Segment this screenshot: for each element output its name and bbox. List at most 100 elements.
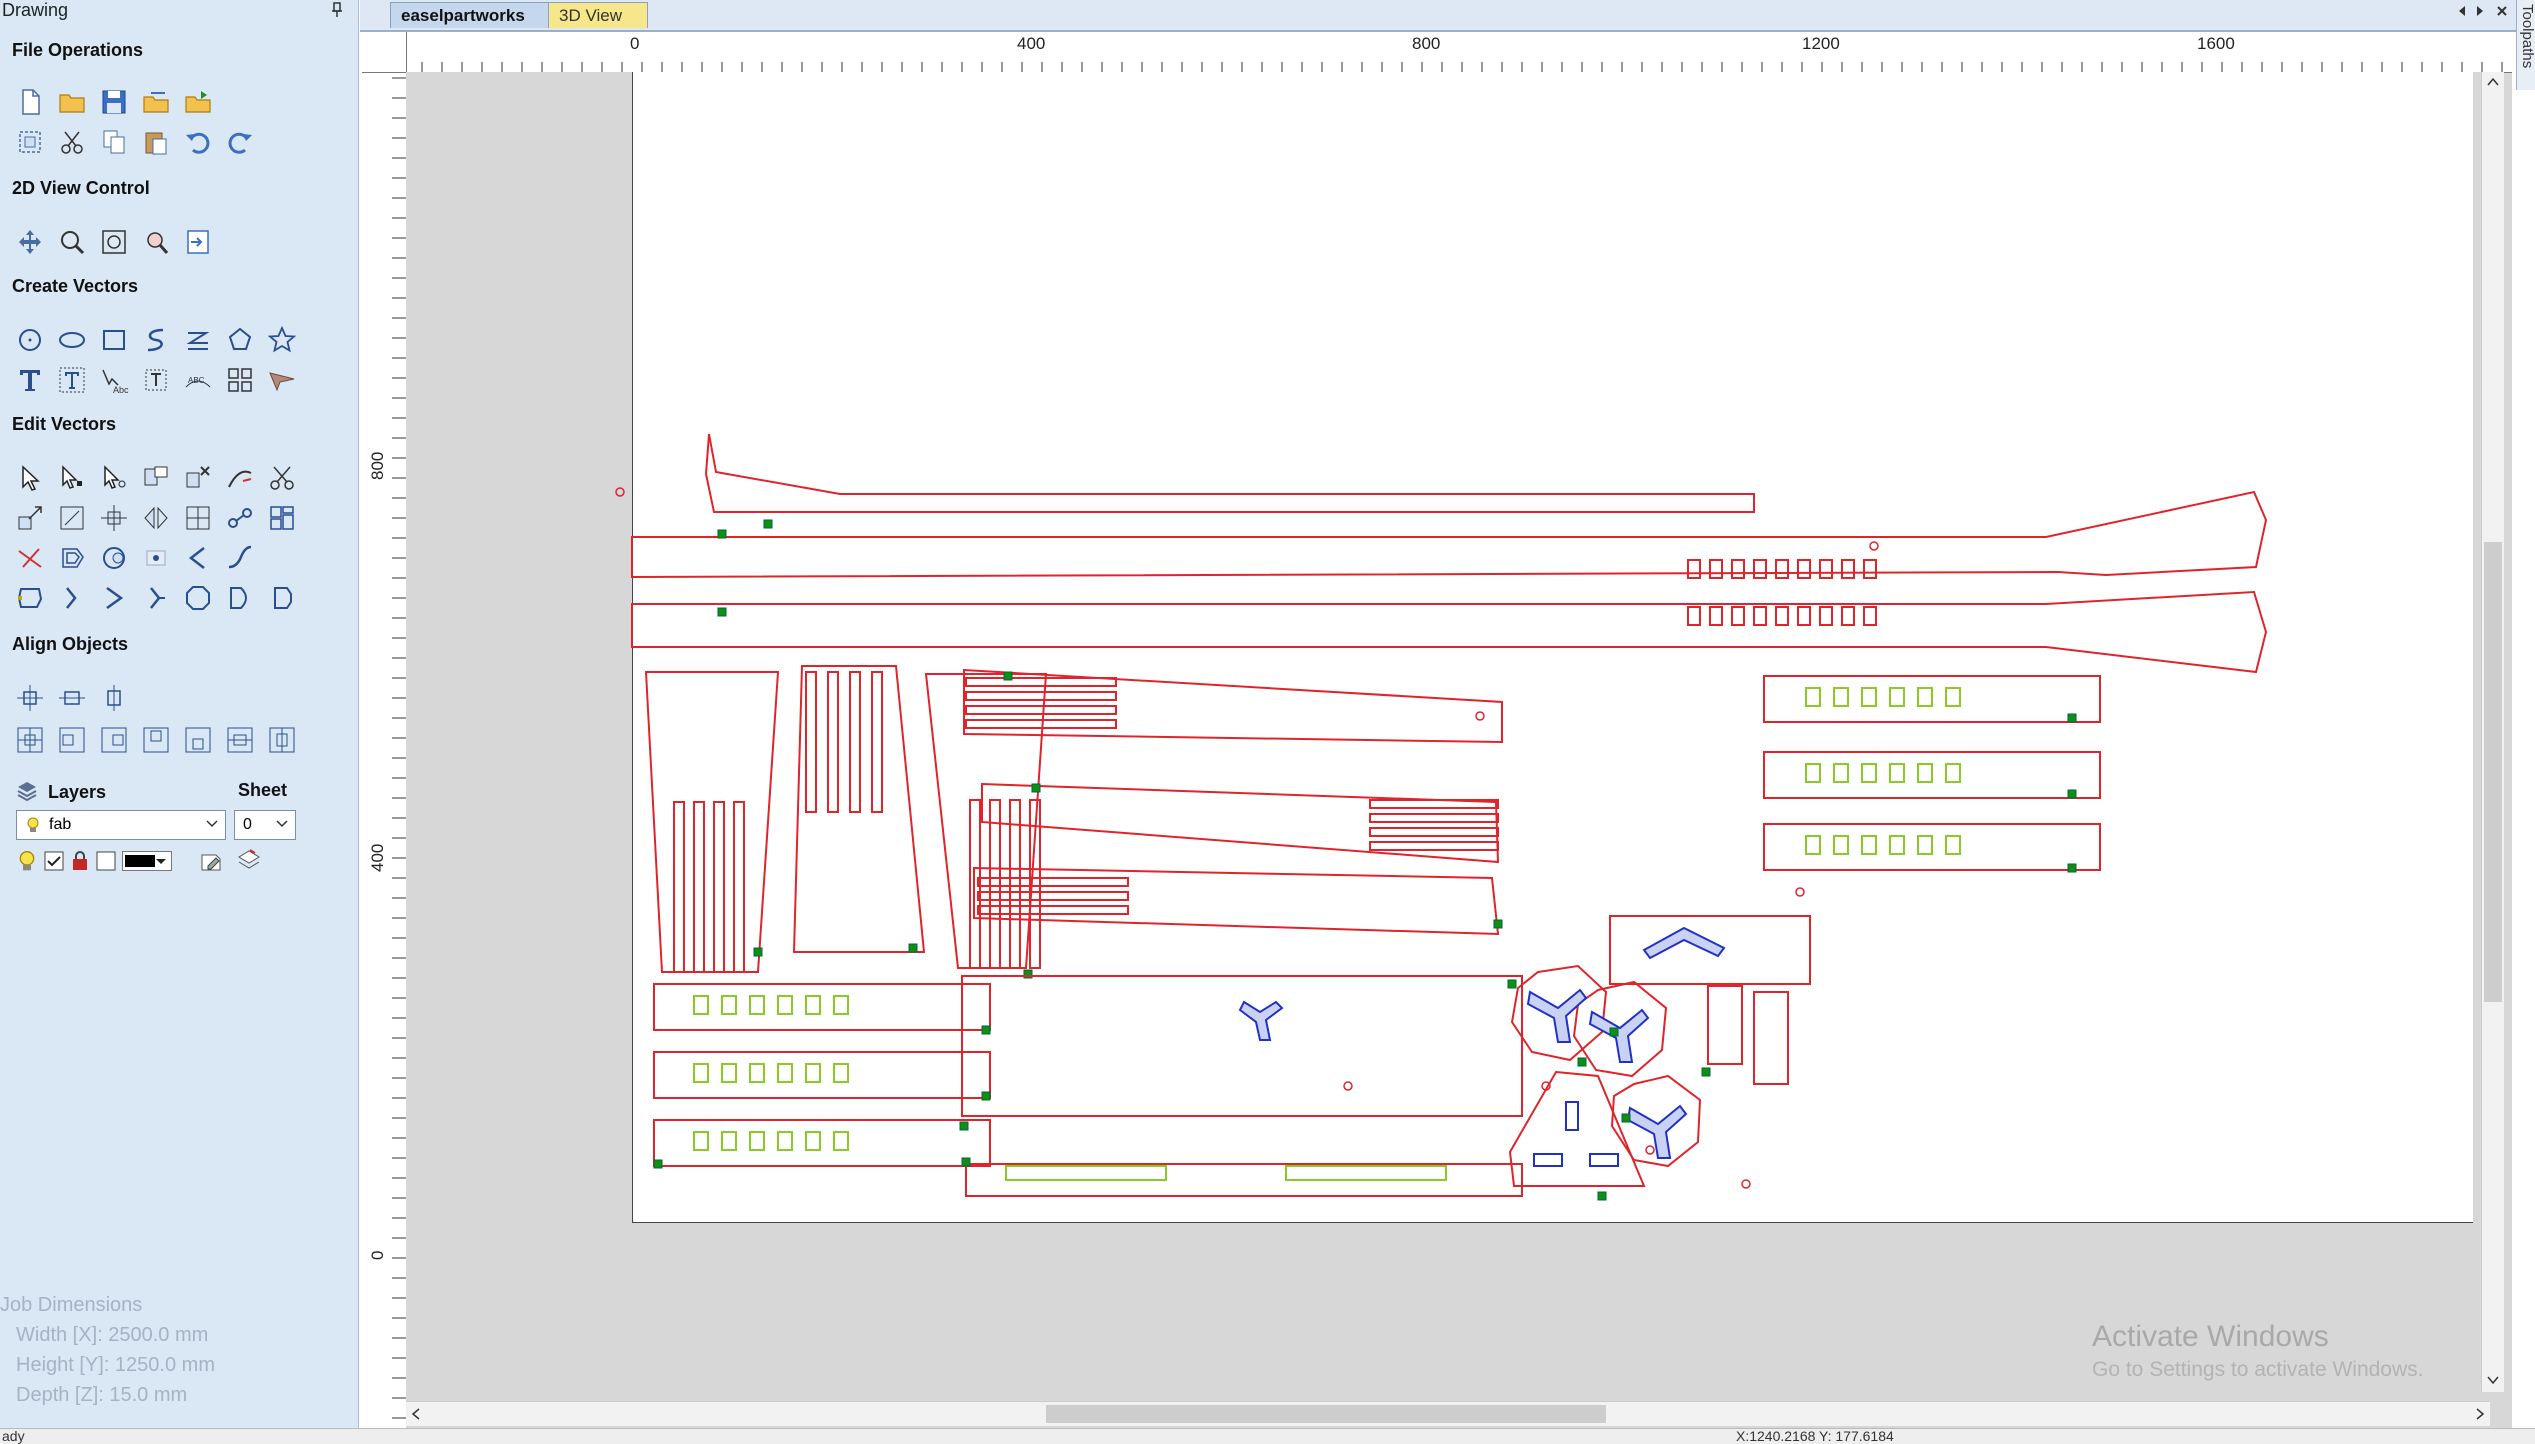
open-recent-icon[interactable] xyxy=(138,84,174,120)
scale-icon[interactable] xyxy=(12,500,48,536)
start-node[interactable] xyxy=(981,1091,991,1101)
node-edit-icon[interactable] xyxy=(54,460,90,496)
tri-slot[interactable] xyxy=(1589,1153,1619,1167)
leg-slot[interactable] xyxy=(849,671,861,813)
drill-hole[interactable] xyxy=(1795,887,1805,897)
pocket-slot[interactable] xyxy=(749,995,765,1015)
finger-joint[interactable] xyxy=(1863,606,1877,626)
scroll-down-icon[interactable] xyxy=(2486,1374,2500,1386)
pocket-slot[interactable] xyxy=(805,1063,821,1083)
weld-icon[interactable] xyxy=(222,460,258,496)
start-node[interactable] xyxy=(2067,789,2077,799)
start-node[interactable] xyxy=(717,529,727,539)
scroll-up-icon[interactable] xyxy=(2486,76,2500,88)
layer-stack-icon[interactable] xyxy=(236,848,262,874)
distribute-vertical-icon[interactable] xyxy=(264,722,300,758)
part-beam-lower[interactable] xyxy=(631,590,2268,674)
curve-fit-icon[interactable] xyxy=(222,540,258,576)
nesting-icon[interactable] xyxy=(264,500,300,536)
vertical-scroll-thumb[interactable] xyxy=(2484,542,2502,1002)
arm-slot[interactable] xyxy=(965,677,1117,687)
finger-joint[interactable] xyxy=(1731,559,1745,579)
pocket-slot[interactable] xyxy=(1861,687,1877,707)
part-leg-3[interactable] xyxy=(924,673,1048,969)
align-top-icon[interactable] xyxy=(138,722,174,758)
import-icon[interactable] xyxy=(180,84,216,120)
pocket-slot[interactable] xyxy=(833,995,849,1015)
finger-joint[interactable] xyxy=(1775,559,1789,579)
part-leg-1[interactable] xyxy=(644,671,780,973)
horizontal-scroll-thumb[interactable] xyxy=(1046,1405,1606,1423)
size-icon[interactable] xyxy=(54,500,90,536)
corner-icon[interactable] xyxy=(138,580,174,616)
pocket-slot[interactable] xyxy=(777,1063,793,1083)
text-icon[interactable] xyxy=(12,362,48,398)
tab-scroll-right-icon[interactable] xyxy=(2474,4,2486,18)
new-file-icon[interactable] xyxy=(12,84,48,120)
start-node[interactable] xyxy=(1621,1113,1631,1123)
finger-joint[interactable] xyxy=(1731,606,1745,626)
start-node[interactable] xyxy=(981,1025,991,1035)
finger-joint[interactable] xyxy=(1687,559,1701,579)
polyline-icon[interactable] xyxy=(138,322,174,358)
finger-joint[interactable] xyxy=(1863,559,1877,579)
pocket-slot[interactable] xyxy=(1805,835,1821,855)
layer-lock-icon[interactable] xyxy=(70,850,90,872)
leg-slot[interactable] xyxy=(733,801,745,973)
rectangle-icon[interactable] xyxy=(96,322,132,358)
offset-icon[interactable] xyxy=(54,540,90,576)
pocket-slot[interactable] xyxy=(693,1063,709,1083)
tab-easelpartworks[interactable]: easelpartworks xyxy=(390,2,572,28)
pocket-slot[interactable] xyxy=(693,1131,709,1151)
pocket-slot[interactable] xyxy=(749,1063,765,1083)
pocket-slot[interactable] xyxy=(1889,763,1905,783)
start-node[interactable] xyxy=(908,943,918,953)
drill-hole[interactable] xyxy=(1741,1179,1751,1189)
start-node[interactable] xyxy=(1507,979,1517,989)
array-copy-icon[interactable] xyxy=(222,362,258,398)
arm-slot[interactable] xyxy=(965,691,1117,701)
mirror-icon[interactable] xyxy=(138,500,174,536)
zoom-fit-icon[interactable] xyxy=(96,224,132,260)
pan-icon[interactable] xyxy=(12,224,48,260)
start-node[interactable] xyxy=(961,1157,971,1167)
pocket-slot[interactable] xyxy=(777,1131,793,1151)
paste-icon[interactable] xyxy=(138,124,174,160)
start-node[interactable] xyxy=(1493,919,1503,929)
pocket-slot[interactable] xyxy=(1945,835,1961,855)
pocket-slot[interactable] xyxy=(805,1131,821,1151)
pocket-slot[interactable] xyxy=(749,1131,765,1151)
tri-slot[interactable] xyxy=(1533,1153,1563,1167)
pocket-slot[interactable] xyxy=(1833,687,1849,707)
pocket-slot[interactable] xyxy=(1889,687,1905,707)
pocket-slot[interactable] xyxy=(1917,835,1933,855)
octagon-icon[interactable] xyxy=(180,580,216,616)
leg-slot[interactable] xyxy=(805,671,817,813)
leg-slot[interactable] xyxy=(827,671,839,813)
finger-joint[interactable] xyxy=(1797,559,1811,579)
pocket-slot[interactable] xyxy=(1833,763,1849,783)
pocket-slot[interactable] xyxy=(1805,763,1821,783)
drill-hole[interactable] xyxy=(1475,711,1485,721)
start-node[interactable] xyxy=(1701,1067,1711,1077)
close-vector-icon[interactable] xyxy=(12,580,48,616)
finger-joint[interactable] xyxy=(1753,559,1767,579)
select-arrow-icon[interactable] xyxy=(12,460,48,496)
polygon-icon[interactable] xyxy=(222,322,258,358)
finger-joint[interactable] xyxy=(1819,559,1833,579)
pocket-slot[interactable] xyxy=(1805,687,1821,707)
undo-icon[interactable] xyxy=(180,124,216,160)
bulge-icon[interactable] xyxy=(222,580,258,616)
pocket-slot[interactable] xyxy=(833,1063,849,1083)
zoom-selection-icon[interactable] xyxy=(138,224,174,260)
text-box-icon[interactable] xyxy=(54,362,90,398)
toolpath-vectors[interactable] xyxy=(406,72,2490,1428)
leg-slot[interactable] xyxy=(871,671,883,813)
part-rail[interactable] xyxy=(653,1051,991,1099)
align-left-icon[interactable] xyxy=(54,722,90,758)
start-node[interactable] xyxy=(1031,783,1041,793)
pocket-strip[interactable] xyxy=(1005,1165,1167,1181)
align-center-icon[interactable] xyxy=(12,680,48,716)
finger-joint[interactable] xyxy=(1775,606,1789,626)
circle-icon[interactable] xyxy=(12,322,48,358)
